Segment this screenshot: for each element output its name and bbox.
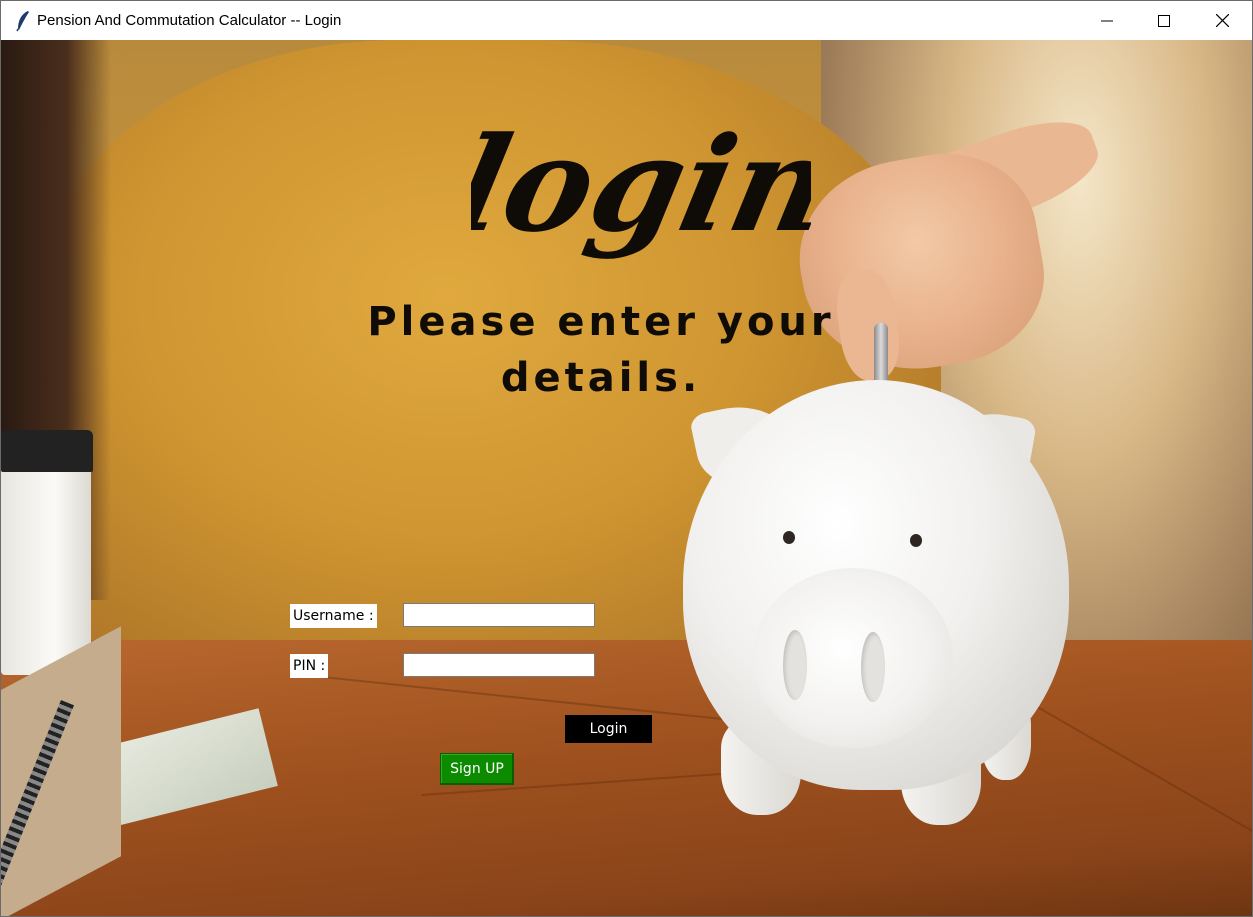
minimize-button[interactable] bbox=[1078, 1, 1136, 40]
close-icon bbox=[1215, 14, 1229, 27]
svg-text:login: login bbox=[471, 109, 811, 261]
username-input[interactable] bbox=[403, 603, 595, 627]
maximize-button[interactable] bbox=[1135, 1, 1193, 40]
username-label: Username : bbox=[290, 604, 377, 628]
maximize-icon bbox=[1158, 14, 1170, 27]
title-bar[interactable]: Pension And Commutation Calculator -- Lo… bbox=[1, 1, 1252, 40]
pin-label: PIN : bbox=[290, 654, 329, 678]
login-button[interactable]: Login bbox=[565, 715, 652, 743]
pin-input[interactable] bbox=[403, 653, 595, 677]
signup-button[interactable]: Sign UP bbox=[440, 753, 514, 785]
feather-icon bbox=[15, 10, 31, 32]
minimize-icon bbox=[1101, 20, 1113, 21]
close-button[interactable] bbox=[1193, 1, 1251, 40]
window-title: Pension And Commutation Calculator -- Lo… bbox=[37, 12, 342, 29]
app-window: Pension And Commutation Calculator -- Lo… bbox=[0, 0, 1253, 917]
login-heading: login bbox=[471, 109, 811, 261]
background-image: login Please enter your details. Usernam… bbox=[1, 40, 1252, 916]
subheading: Please enter your details. bbox=[367, 299, 835, 401]
